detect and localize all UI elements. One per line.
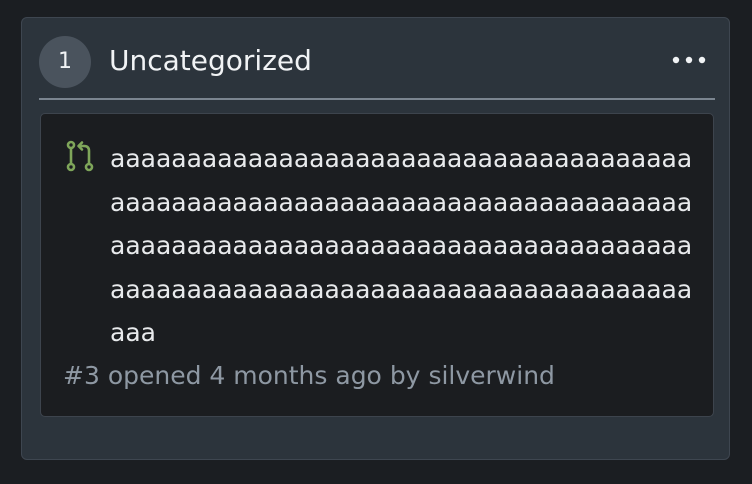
opened-label: opened [107,361,202,390]
by-label: by [389,361,421,390]
project-column: 1 Uncategorized aaaaaaaaaaaaaaaaaaaaaaaa… [21,17,730,460]
issue-number-link[interactable]: #3 [63,361,100,390]
issue-meta: #3 opened 4 months ago by silverwind [63,359,555,393]
issue-card[interactable]: aaaaaaaaaaaaaaaaaaaaaaaaaaaaaaaaaaaaaaaa… [40,113,714,417]
kebab-horizontal-icon [672,56,706,64]
pull-request-icon [66,140,94,172]
author-link[interactable]: silverwind [428,361,554,390]
issue-title-link[interactable]: aaaaaaaaaaaaaaaaaaaaaaaaaaaaaaaaaaaaaaaa… [110,137,695,355]
issue-count-badge: 1 [39,36,91,88]
column-header: 1 Uncategorized [39,34,715,100]
column-menu-button[interactable] [669,50,709,70]
relative-time: 4 months ago [209,361,382,390]
column-title: Uncategorized [109,44,312,77]
